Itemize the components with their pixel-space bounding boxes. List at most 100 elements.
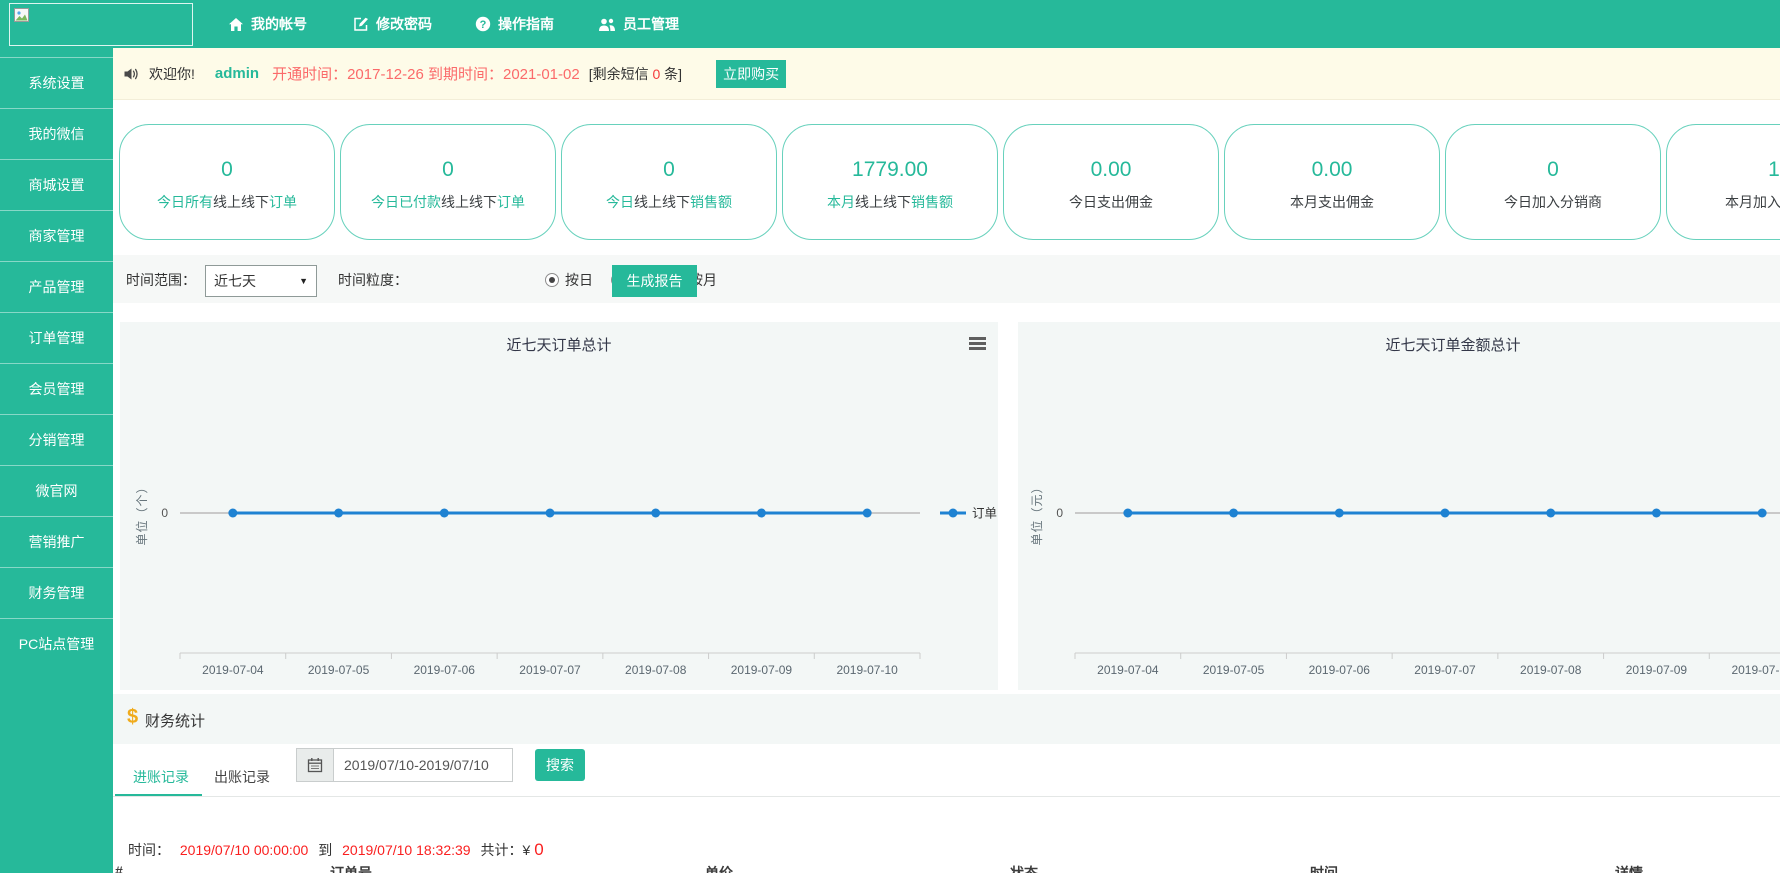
sidebar-item-9[interactable]: 微官网: [0, 465, 113, 516]
total-label: 共计：¥: [481, 842, 531, 858]
generate-report-button[interactable]: 生成报告: [612, 265, 697, 297]
sidebar-item-11[interactable]: 财务管理: [0, 567, 113, 618]
data-point: [1652, 509, 1661, 518]
stat-card-label: 今日线上线下销售额: [562, 192, 776, 212]
sidebar-item-4[interactable]: 商家管理: [0, 210, 113, 261]
topnav-item-label: 操作指南: [498, 14, 554, 34]
calendar-icon-button[interactable]: [296, 748, 334, 782]
welcome-bar: 欢迎你! admin 开通时间：2017-12-26 到期时间：2021-01-…: [113, 48, 1780, 100]
sidebar-item-3[interactable]: 商城设置: [0, 159, 113, 210]
data-point: [1546, 509, 1555, 518]
data-point: [334, 509, 343, 518]
stat-card-6: 0.00 本月支出佣金: [1224, 124, 1440, 240]
stat-card-2: 0今日已付款线上线下订单: [340, 124, 556, 240]
logo[interactable]: [9, 3, 193, 46]
x-axis-date-label: 2019-07-06: [414, 663, 476, 677]
stat-card-value: 0.00: [1225, 158, 1439, 182]
account-period: 开通时间：2017-12-26 到期时间：2021-01-02: [272, 63, 580, 84]
stat-card-value: 0: [120, 158, 334, 182]
chart-legend[interactable]: 订单: [940, 507, 997, 521]
data-point: [228, 509, 237, 518]
records-table-header: #订单号单价状态时间详情: [0, 863, 1780, 873]
data-point: [651, 509, 660, 518]
table-header-1: #: [115, 863, 123, 873]
date-range-picker: [296, 748, 513, 782]
total-value: 0: [534, 840, 543, 859]
date-range-input[interactable]: [334, 748, 513, 782]
stat-card-label: 本月支出佣金: [1225, 192, 1439, 212]
time-to: 2019/07/10 18:32:39: [342, 842, 470, 858]
topnav-item-1[interactable]: 我的帐号: [228, 0, 307, 48]
dollar-icon: $: [127, 706, 138, 729]
filter-bar: 时间范围： 近七天 ▼ 时间粒度： 按日按周按月 生成报告: [113, 255, 1780, 303]
chevron-down-icon: ▼: [299, 276, 308, 286]
svg-text:?: ?: [480, 19, 487, 31]
topnav-item-3[interactable]: ? 操作指南: [475, 0, 554, 48]
stat-card-8: 1本月加入分销商: [1666, 124, 1780, 240]
question-icon: ?: [475, 16, 491, 32]
stat-card-1: 0 今日所有线上线下订单: [119, 124, 335, 240]
y-axis-unit-label: 单位（个）: [134, 480, 149, 545]
welcome-greeting: 欢迎你!: [149, 64, 195, 84]
sidebar-item-1[interactable]: 系统设置: [0, 57, 113, 108]
sidebar-item-6[interactable]: 订单管理: [0, 312, 113, 363]
x-axis-date-label: 2019-07-10: [1731, 663, 1780, 677]
time-from: 2019/07/10 00:00:00: [180, 842, 308, 858]
x-axis-date-label: 2019-07-09: [731, 663, 793, 677]
stat-card-value: 0: [562, 158, 776, 182]
stat-card-label: 今日加入分销商: [1446, 192, 1660, 212]
tab-income-records[interactable]: 进账记录: [133, 760, 189, 794]
sidebar-item-10[interactable]: 营销推广: [0, 516, 113, 567]
search-button[interactable]: 搜索: [535, 749, 585, 781]
topnav-item-4[interactable]: 员工管理: [598, 0, 679, 48]
x-axis-date-label: 2019-07-05: [1203, 663, 1265, 677]
sidebar: 系统设置我的微信商城设置商家管理产品管理订单管理会员管理分销管理微官网营销推广财…: [0, 48, 113, 873]
x-axis-date-label: 2019-07-09: [1626, 663, 1688, 677]
data-point: [1758, 509, 1767, 518]
summary-time-row: 时间： 2019/07/10 00:00:00 到 2019/07/10 18:…: [128, 840, 550, 860]
table-header-4: 状态: [1010, 863, 1038, 873]
table-header-5: 时间: [1310, 863, 1338, 873]
time-range-value: 近七天: [214, 271, 256, 291]
topbar: 我的帐号 修改密码? 操作指南 员工管理: [0, 0, 1780, 48]
table-header-6: 详情: [1615, 863, 1643, 873]
stat-card-value: 1: [1667, 158, 1780, 182]
x-axis-date-label: 2019-07-04: [1097, 663, 1159, 677]
granularity-label: 时间粒度：: [338, 270, 408, 290]
topnav-item-label: 我的帐号: [251, 14, 307, 34]
sms-remaining: [剩余短信 0 条]: [589, 64, 682, 84]
stat-card-7: 0今日加入分销商: [1445, 124, 1661, 240]
sidebar-item-8[interactable]: 分销管理: [0, 414, 113, 465]
chart-canvas: 单位（个）02019-07-042019-07-052019-07-062019…: [120, 322, 998, 690]
broken-image-icon: [14, 8, 29, 22]
sidebar-item-7[interactable]: 会员管理: [0, 363, 113, 414]
tab-outgoing-records[interactable]: 出账记录: [214, 760, 270, 794]
stat-cards: 0今日所有线上线下订单0今日已付款线上线下订单0今日线上线下销售额1779.00…: [119, 124, 1780, 240]
stat-card-label: 今日支出佣金: [1004, 192, 1218, 212]
data-point: [1123, 509, 1132, 518]
buy-now-button[interactable]: 立即购买: [716, 60, 786, 88]
stat-card-label: 今日所有线上线下订单: [120, 192, 334, 212]
x-axis-date-label: 2019-07-08: [625, 663, 687, 677]
data-point: [1229, 509, 1238, 518]
to-label: 到: [318, 842, 332, 858]
sidebar-item-2[interactable]: 我的微信: [0, 108, 113, 159]
topnav-item-label: 员工管理: [623, 14, 679, 34]
chart-panel-2: 近七天订单金额总计单位（元）02019-07-042019-07-052019-…: [1018, 322, 1780, 690]
radio-按日[interactable]: 按日: [545, 270, 593, 290]
time-range-select[interactable]: 近七天 ▼: [205, 265, 317, 297]
x-axis-date-label: 2019-07-06: [1309, 663, 1371, 677]
sidebar-item-5[interactable]: 产品管理: [0, 261, 113, 312]
radio-selected-icon: [545, 273, 559, 287]
topnav-item-2[interactable]: 修改密码: [353, 0, 432, 48]
table-header-2: 订单号: [330, 863, 372, 873]
home-icon: [228, 17, 244, 32]
x-axis-date-label: 2019-07-05: [308, 663, 370, 677]
y-axis-zero-tick: 0: [161, 506, 168, 520]
chart-panel-1: 近七天订单总计单位（个）02019-07-042019-07-052019-07…: [120, 322, 998, 690]
time-label: 时间：: [128, 842, 170, 858]
sidebar-item-12[interactable]: PC站点管理: [0, 618, 113, 669]
stat-card-3: 0 今日线上线下销售额: [561, 124, 777, 240]
finance-section-header: $ 财务统计: [113, 694, 1780, 744]
users-icon: [598, 17, 616, 32]
